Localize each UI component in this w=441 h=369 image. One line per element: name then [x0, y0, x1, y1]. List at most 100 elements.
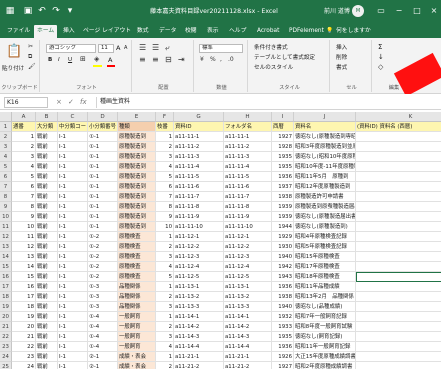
table-cell[interactable]: Ⅰ-1	[58, 222, 88, 232]
table-cell[interactable]: 戦前	[36, 282, 58, 292]
table-cell[interactable]: Ⅰ-1	[58, 262, 88, 272]
table-cell[interactable]: 戦前	[36, 182, 58, 192]
maximize-button[interactable]: □	[410, 4, 424, 18]
insert-cells-button[interactable]: 挿入	[336, 43, 347, 51]
column-header-h[interactable]: H	[224, 112, 272, 122]
table-cell[interactable]: Ⅰ-1	[58, 352, 88, 362]
table-cell[interactable]: 4	[12, 162, 36, 172]
autosum-button[interactable]: Σ	[378, 43, 382, 51]
table-cell[interactable]: 2	[12, 142, 36, 152]
table-cell[interactable]: 1944	[272, 222, 294, 232]
row-header[interactable]: 5	[0, 162, 12, 172]
table-cell[interactable]: 1932	[272, 312, 294, 322]
table-cell[interactable]: 徳昭なし(品種成績)	[294, 302, 356, 312]
table-cell[interactable]	[356, 282, 441, 292]
table-cell[interactable]: a11-11-3	[224, 152, 272, 162]
row-header[interactable]: 6	[0, 172, 12, 182]
table-cell[interactable]	[356, 202, 441, 212]
table-cell[interactable]: Ⅰ-1	[58, 362, 88, 369]
table-cell[interactable]: 12	[12, 242, 36, 252]
table-cell[interactable]: 昭和13年2月 品種関係	[294, 292, 356, 302]
table-cell[interactable]: 戦前	[36, 212, 58, 222]
indent-icon[interactable]: ⇥	[178, 55, 185, 64]
table-cell[interactable]: a11-11-8	[174, 202, 224, 212]
decimal-icon[interactable]: .0	[228, 56, 234, 63]
table-cell[interactable]: 18	[12, 302, 36, 312]
table-cell[interactable]: ①-1	[88, 222, 118, 232]
tab-file[interactable]: ファイル	[4, 25, 33, 38]
table-cell[interactable]: a11-14-1	[224, 312, 272, 322]
table-cell[interactable]: 戦前	[36, 342, 58, 352]
table-cell[interactable]	[356, 352, 441, 362]
table-cell[interactable]: Ⅰ-1	[58, 292, 88, 302]
align-left-icon[interactable]: ≡	[139, 55, 146, 64]
column-header-f[interactable]: F	[156, 112, 174, 122]
table-cell[interactable]: 戦前	[36, 272, 58, 282]
table-cell[interactable]: a11-14-2	[224, 322, 272, 332]
table-cell[interactable]: a11-11-2	[224, 142, 272, 152]
cell-styles-button[interactable]: セルのスタイル	[254, 63, 293, 71]
table-cell[interactable]: 1939	[272, 202, 294, 212]
number-format-select[interactable]: 標準	[199, 44, 243, 53]
paste-button[interactable]: 貼り付け	[2, 64, 24, 72]
table-cell[interactable]: a11-21-2	[224, 362, 272, 369]
table-cell[interactable]: 徳昭なし(原種製造到専昭年)	[294, 132, 356, 142]
column-title-cell[interactable]: 資料ID	[174, 122, 224, 132]
close-button[interactable]: ×	[427, 4, 441, 18]
table-cell[interactable]: Ⅰ-1	[58, 282, 88, 292]
row-header[interactable]: 12	[0, 232, 12, 242]
table-cell[interactable]	[356, 262, 441, 272]
column-header-b[interactable]: B	[36, 112, 58, 122]
table-cell[interactable]: a11-12-2	[224, 242, 272, 252]
table-cell[interactable]: 1939	[272, 212, 294, 222]
table-cell[interactable]: 昭和4年原種検査記録	[294, 232, 356, 242]
table-cell[interactable]: 戦前	[36, 192, 58, 202]
table-cell[interactable]: a11-14-3	[224, 332, 272, 342]
table-cell[interactable]: 原種製造到	[118, 142, 156, 152]
table-cell[interactable]: ①-1	[88, 202, 118, 212]
table-cell[interactable]: 徳昭なし(昭和10年度原種製造到)	[294, 152, 356, 162]
column-header-j[interactable]: J	[294, 112, 356, 122]
table-cell[interactable]: 原種製造到原蚕種製造届出書類	[294, 202, 356, 212]
table-cell[interactable]: 戦前	[36, 362, 58, 369]
table-cell[interactable]: 原種検査	[118, 262, 156, 272]
table-cell[interactable]: a11-11-9	[224, 212, 272, 222]
table-cell[interactable]: 原種製造到	[118, 212, 156, 222]
tab-data[interactable]: データ	[156, 25, 179, 38]
table-cell[interactable]	[356, 232, 441, 242]
border-icon[interactable]: ⊞	[80, 55, 86, 63]
table-cell[interactable]: 原種製造許可申請書	[294, 192, 356, 202]
table-cell[interactable]	[356, 342, 441, 352]
column-title-cell[interactable]: 資料名	[294, 122, 356, 132]
cancel-icon[interactable]: ×	[56, 97, 62, 107]
table-cell[interactable]: 3	[156, 252, 174, 262]
percent-icon[interactable]: %	[210, 56, 216, 63]
table-cell[interactable]: a11-11-5	[224, 172, 272, 182]
row-header[interactable]: 7	[0, 182, 12, 192]
table-cell[interactable]: ①-3	[88, 292, 118, 302]
table-cell[interactable]: 品種関係	[118, 282, 156, 292]
table-cell[interactable]: 5	[12, 172, 36, 182]
table-cell[interactable]: 原種製造到	[118, 222, 156, 232]
column-header-i[interactable]: I	[272, 112, 294, 122]
tab-insert[interactable]: 挿入	[60, 25, 78, 38]
row-header[interactable]: 17	[0, 282, 12, 292]
table-cell[interactable]: 原種製造到	[118, 162, 156, 172]
table-cell[interactable]: 戦前	[36, 222, 58, 232]
table-cell[interactable]: a11-12-1	[224, 232, 272, 242]
insert-function-icon[interactable]: fx	[80, 97, 87, 107]
table-cell[interactable]: Ⅰ-1	[58, 332, 88, 342]
row-header[interactable]: 4	[0, 152, 12, 162]
formula-input[interactable]: 種画生資料	[96, 97, 436, 108]
table-cell[interactable]: 21	[12, 332, 36, 342]
table-cell[interactable]: a11-11-10	[174, 222, 224, 232]
format-cells-button[interactable]: 書式	[336, 63, 347, 71]
column-title-cell[interactable]: 種類	[118, 122, 156, 132]
table-cell[interactable]: Ⅰ-1	[58, 202, 88, 212]
table-cell[interactable]: ①-3	[88, 302, 118, 312]
underline-button[interactable]: U	[68, 57, 72, 63]
tab-help[interactable]: ヘルプ	[226, 25, 249, 38]
enter-icon[interactable]: ✓	[68, 97, 74, 107]
table-cell[interactable]: 昭和2年度原種成績調書	[294, 362, 356, 369]
table-cell[interactable]	[356, 292, 441, 302]
